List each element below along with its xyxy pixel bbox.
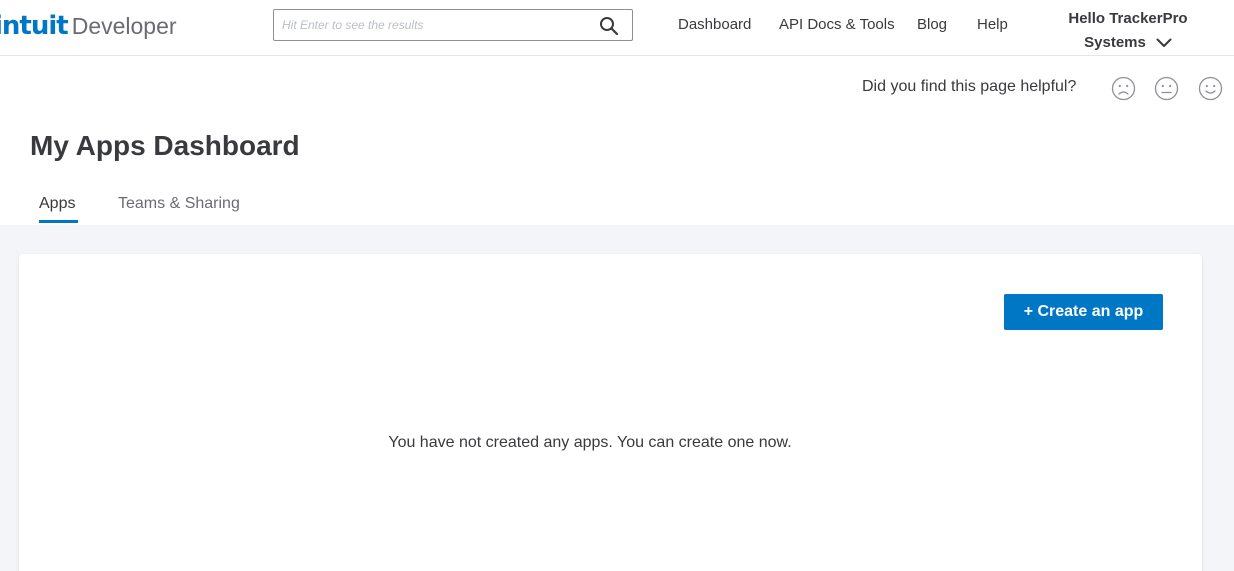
user-account-menu[interactable]: Hello TrackerPro Systems	[1060, 7, 1196, 55]
nav-link-dashboard[interactable]: Dashboard	[678, 16, 751, 33]
search-input[interactable]	[274, 10, 594, 40]
sad-face-icon[interactable]	[1111, 76, 1136, 101]
nav-link-api-docs-tools[interactable]: API Docs & Tools	[779, 16, 895, 33]
logo-product-text: Developer	[71, 13, 177, 39]
feedback-question: Did you find this page helpful?	[862, 78, 1077, 95]
page-title: My Apps Dashboard	[30, 130, 300, 161]
empty-state-message: You have not created any apps. You can c…	[388, 434, 792, 451]
active-tab-indicator	[39, 220, 78, 223]
tab-apps[interactable]: Apps	[39, 195, 75, 213]
nav-link-blog[interactable]: Blog	[917, 16, 947, 33]
happy-face-icon[interactable]	[1198, 76, 1223, 101]
chevron-down-icon	[1156, 38, 1172, 47]
logo-brand-text: intuit	[0, 11, 69, 41]
neutral-face-icon[interactable]	[1154, 76, 1179, 101]
intuit-developer-logo[interactable]: intuit Developer	[0, 11, 177, 45]
user-company-name: Systems	[1084, 34, 1146, 51]
user-greeting: Hello TrackerPro	[1068, 10, 1188, 27]
nav-link-help[interactable]: Help	[977, 16, 1008, 33]
top-navigation-bar: intuit Developer Dashboard API Docs & To…	[0, 0, 1234, 56]
search-box	[273, 9, 633, 41]
create-app-button[interactable]: + Create an app	[1004, 294, 1163, 330]
tab-teams-sharing[interactable]: Teams & Sharing	[118, 195, 240, 213]
apps-card: + Create an app You have not created any…	[19, 254, 1202, 571]
search-icon[interactable]	[599, 16, 619, 36]
